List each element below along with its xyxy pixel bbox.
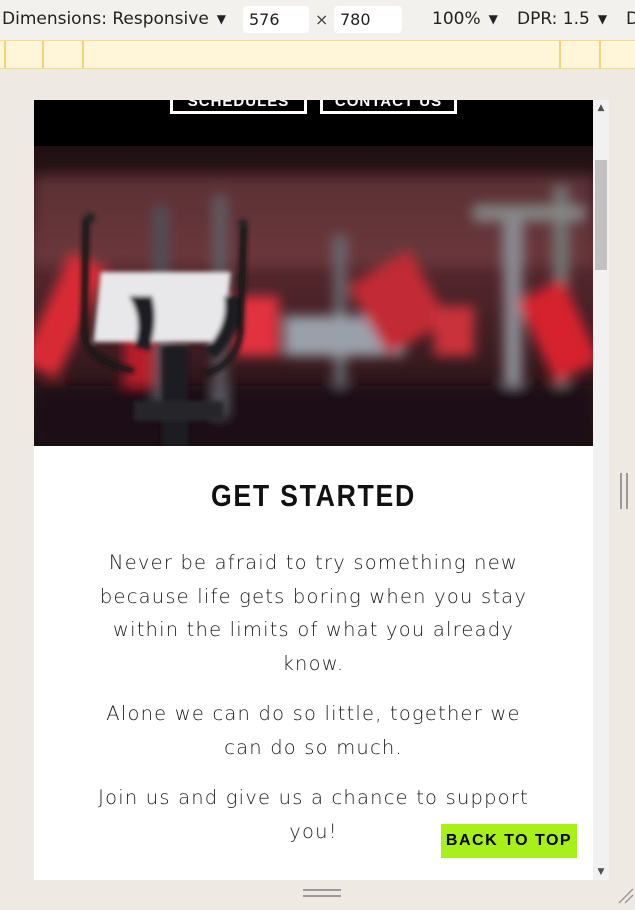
- back-to-top-button[interactable]: BACK TO TOP: [441, 824, 577, 858]
- scrollbar[interactable]: ▲ ▼: [593, 100, 609, 880]
- scroll-up-arrow-icon[interactable]: ▲: [593, 100, 609, 116]
- caret-down-icon: ▼: [597, 12, 608, 26]
- page-viewport: SCHEDULES CONTACT US GET STARTED Never b…: [34, 100, 593, 880]
- device-toolbar: Dimensions: Responsive ▼ × 100% ▼ DPR: 1…: [0, 0, 635, 40]
- media-query-segment[interactable]: [4, 41, 44, 68]
- site-nav: SCHEDULES CONTACT US: [34, 100, 593, 146]
- paragraph: Never be afraid to try something new bec…: [99, 551, 528, 675]
- dimensions-dropdown[interactable]: Dimensions: Responsive ▼: [2, 9, 226, 29]
- bottom-resize-handle[interactable]: [303, 889, 341, 899]
- dpr-label: DPR: 1.5: [517, 9, 590, 29]
- zoom-dropdown[interactable]: 100% ▼: [432, 9, 498, 29]
- media-query-segment[interactable]: [42, 41, 84, 68]
- right-resize-handle[interactable]: [620, 473, 629, 509]
- gym-photo-graphic: [34, 146, 593, 446]
- paragraph: Alone we can do so little, together we c…: [106, 702, 521, 759]
- device-type-dropdown[interactable]: D: [626, 9, 635, 29]
- section-heading: GET STARTED: [210, 478, 417, 513]
- scrollbar-thumb[interactable]: [595, 160, 607, 270]
- dpr-dropdown[interactable]: DPR: 1.5 ▼: [517, 9, 607, 29]
- caret-down-icon: ▼: [216, 12, 227, 26]
- media-query-segment[interactable]: [559, 41, 601, 68]
- scroll-down-arrow-icon[interactable]: ▼: [593, 864, 609, 880]
- media-query-bar[interactable]: [0, 40, 635, 69]
- zoom-label: 100%: [432, 9, 481, 29]
- corner-resize-handle-icon[interactable]: [615, 885, 635, 905]
- height-input[interactable]: [334, 6, 402, 33]
- schedules-button[interactable]: SCHEDULES: [170, 100, 307, 114]
- caret-down-icon: ▼: [488, 12, 498, 26]
- contact-us-button[interactable]: CONTACT US: [320, 100, 457, 114]
- times-icon: ×: [315, 10, 329, 29]
- dimensions-label: Dimensions: Responsive: [2, 9, 209, 29]
- width-input[interactable]: [243, 6, 309, 33]
- hero-image: [34, 146, 593, 446]
